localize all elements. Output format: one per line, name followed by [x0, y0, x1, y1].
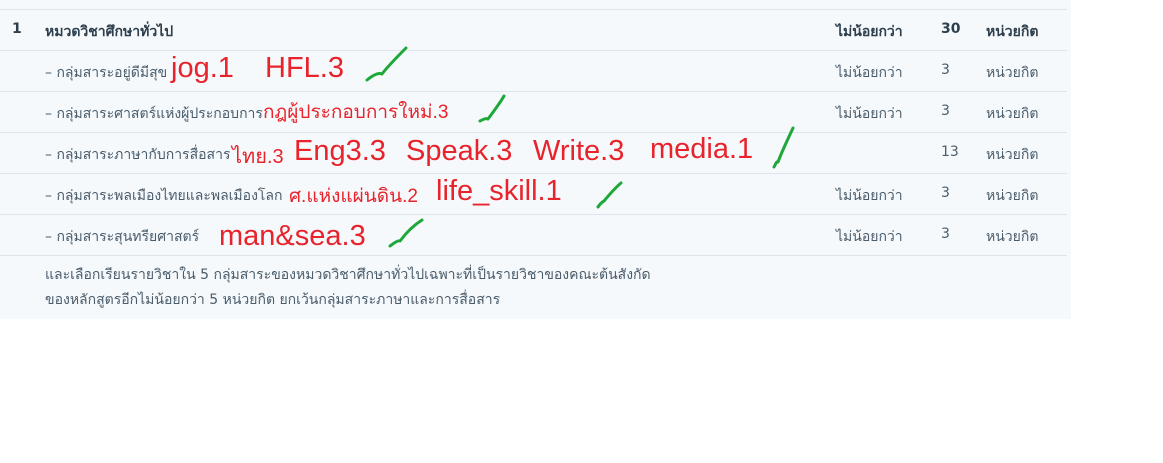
footnote: และเลือกเรียนรายวิชาใน 5 กลุ่มสาระของหมว… — [45, 263, 651, 313]
group-credits: 3 — [941, 103, 950, 119]
footnote-line: และเลือกเรียนรายวิชาใน 5 กลุ่มสาระของหมว… — [45, 267, 651, 283]
annotation-text: Eng3.3 — [294, 135, 386, 167]
footnote-line: ของหลักสูตรอีกไม่น้อยกว่า 5 หน่วยกิต ยกเ… — [45, 292, 501, 308]
category-credits: 30 — [941, 21, 961, 37]
annotation-text: ศ.แห่งแผ่นดิน.2 — [289, 186, 418, 207]
checkmark-icon — [596, 181, 623, 209]
group-unit: หน่วยกิต — [986, 106, 1039, 122]
checkmark-icon — [388, 218, 424, 248]
group-condition: ไม่น้อยกว่า — [836, 106, 903, 122]
checkmark-icon — [772, 126, 795, 169]
group-unit: หน่วยกิต — [986, 229, 1039, 245]
annotation-text: media.1 — [650, 133, 754, 165]
group-name: – กลุ่มสาระศาสตร์แห่งผู้ประกอบการ — [45, 106, 263, 122]
group-name: – กลุ่มสาระสุนทรียศาสตร์ — [45, 229, 200, 245]
group-credits: 13 — [941, 144, 959, 160]
group-credits: 3 — [941, 62, 950, 78]
category-condition: ไม่น้อยกว่า — [836, 24, 903, 40]
group-credits: 3 — [941, 185, 950, 201]
group-name: – กลุ่มสาระภาษากับการสื่อสาร — [45, 147, 231, 163]
table-row-category: 1 หมวดวิชาศึกษาทั่วไป ไม่น้อยกว่า 30 หน่… — [0, 9, 1067, 50]
table-row-group: – กลุ่มสาระศาสตร์แห่งผู้ประกอบการ ไม่น้อ… — [0, 91, 1067, 132]
group-unit: หน่วยกิต — [986, 188, 1039, 204]
annotation-text: jog.1 — [171, 52, 234, 84]
category-name: หมวดวิชาศึกษาทั่วไป — [45, 24, 174, 40]
group-unit: หน่วยกิต — [986, 147, 1039, 163]
group-unit: หน่วยกิต — [986, 65, 1039, 81]
group-condition: ไม่น้อยกว่า — [836, 188, 903, 204]
table-divider — [0, 255, 1067, 256]
annotation-text: life_skill.1 — [436, 175, 562, 207]
checkmark-icon — [478, 94, 506, 123]
category-unit: หน่วยกิต — [986, 24, 1039, 40]
table-row-group: – กลุ่มสาระอยู่ดีมีสุข ไม่น้อยกว่า 3 หน่… — [0, 50, 1067, 91]
group-name: – กลุ่มสาระอยู่ดีมีสุข — [45, 65, 168, 81]
group-name: – กลุ่มสาระพลเมืองไทยและพลเมืองโลก — [45, 188, 283, 204]
group-credits: 3 — [941, 226, 950, 242]
group-condition: ไม่น้อยกว่า — [836, 65, 903, 81]
annotation-text: Write.3 — [533, 135, 625, 167]
annotation-text: Speak.3 — [406, 135, 513, 167]
annotation-text: man&sea.3 — [219, 220, 366, 252]
annotation-text: ไทย.3 — [232, 146, 284, 168]
checkmark-icon — [365, 46, 408, 82]
category-number: 1 — [12, 21, 22, 37]
table-row-group: – กลุ่มสาระสุนทรียศาสตร์ ไม่น้อยกว่า 3 ห… — [0, 214, 1067, 255]
annotation-text: กฎผู้ประกอบการใหม่.3 — [263, 102, 449, 123]
annotation-text: HFL.3 — [265, 52, 344, 84]
group-condition: ไม่น้อยกว่า — [836, 229, 903, 245]
